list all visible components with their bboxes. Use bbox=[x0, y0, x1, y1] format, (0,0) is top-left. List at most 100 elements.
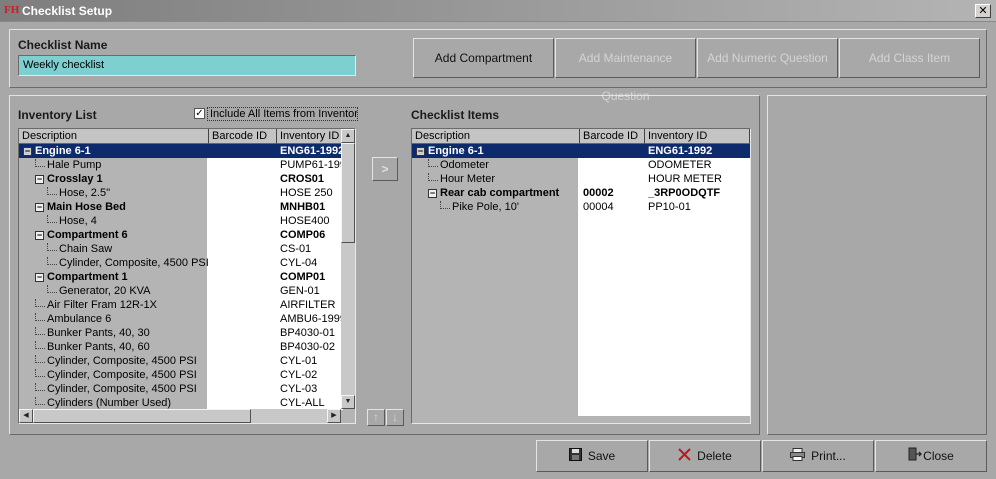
inventory-row[interactable]: − Main Hose Bed MNHB01 bbox=[19, 200, 341, 214]
inventory-row-description-text: Cylinders (Number Used) bbox=[47, 397, 172, 409]
inventory-grid[interactable]: Description Barcode ID Inventory ID − Eng… bbox=[18, 128, 356, 424]
tree-line-icon bbox=[440, 201, 450, 209]
checklist-row-inventory-id: ODOMETER bbox=[648, 159, 712, 171]
add-maintenance-question-button[interactable]: Add Maintenance Question bbox=[555, 38, 696, 103]
checklist-row[interactable]: − Rear cab compartment 00002 _3RP0ODQTF bbox=[412, 186, 750, 200]
inventory-row-barcode bbox=[212, 172, 277, 186]
inventory-row[interactable]: Bunker Pants, 40, 30 BP4030-01 bbox=[19, 326, 341, 340]
inventory-row[interactable]: Ambulance 6 AMBU6-1999 bbox=[19, 312, 341, 326]
tree-line-icon bbox=[47, 285, 57, 293]
inventory-scroll-thumb[interactable] bbox=[341, 143, 355, 243]
inventory-hscroll-thumb[interactable] bbox=[33, 409, 251, 423]
delete-button[interactable]: Delete bbox=[649, 440, 761, 472]
inventory-scroll-up-icon[interactable]: ▲ bbox=[341, 129, 355, 143]
move-down-button[interactable]: ↓ bbox=[386, 409, 404, 426]
inventory-row-description-text: Cylinder, Composite, 4500 PSI bbox=[47, 383, 197, 395]
add-compartment-button[interactable]: Add Compartment bbox=[413, 38, 554, 78]
checklist-name-input[interactable]: Weekly checklist bbox=[18, 55, 356, 76]
inventory-row[interactable]: − Engine 6-1 ENG61-1992 bbox=[19, 144, 341, 158]
inventory-row-description: Cylinders (Number Used) bbox=[35, 396, 209, 410]
inventory-row-barcode bbox=[212, 368, 277, 382]
collapse-minus-icon[interactable]: − bbox=[35, 202, 44, 212]
inventory-row[interactable]: Cylinder, Composite, 4500 PSI CYL-01 bbox=[19, 354, 341, 368]
inventory-row[interactable]: Cylinder, Composite, 4500 PSI CYL-04 bbox=[19, 256, 341, 270]
checklist-row-description: − Engine 6-1 bbox=[416, 144, 580, 158]
floppy-disk-icon bbox=[568, 442, 582, 472]
inventory-row-barcode bbox=[212, 270, 277, 284]
include-all-label[interactable]: Include All Items from Inventory bbox=[207, 107, 358, 121]
inventory-row-description: Generator, 20 KVA bbox=[47, 284, 209, 298]
tree-line-icon bbox=[47, 243, 57, 251]
inventory-row-description-text: Ambulance 6 bbox=[47, 313, 112, 325]
inventory-row-description: Bunker Pants, 40, 30 bbox=[35, 326, 209, 340]
collapse-minus-icon[interactable]: − bbox=[35, 272, 44, 282]
inventory-col-inventory-id[interactable]: Inventory ID bbox=[277, 129, 345, 144]
inventory-row[interactable]: Bunker Pants, 40, 60 BP4030-02 bbox=[19, 340, 341, 354]
move-up-button[interactable]: ↑ bbox=[367, 409, 385, 426]
inventory-row-inventory-id: CS-01 bbox=[280, 243, 312, 255]
collapse-minus-icon[interactable]: − bbox=[428, 188, 437, 198]
inventory-row-inventory-id: PUMP61-1992 bbox=[280, 159, 341, 171]
checklist-row[interactable]: Odometer ODOMETER bbox=[412, 158, 750, 172]
inventory-row[interactable]: Cylinders (Number Used) CYL-ALL bbox=[19, 396, 341, 410]
inventory-scroll-down-icon[interactable]: ▼ bbox=[341, 395, 355, 409]
checklist-row[interactable]: Pike Pole, 10' 00004 PP10-01 bbox=[412, 200, 750, 214]
title-bar: FH Checklist Setup ✕ bbox=[0, 0, 996, 22]
print-button[interactable]: Print... bbox=[762, 440, 874, 472]
inventory-row[interactable]: Hale Pump PUMP61-1992 bbox=[19, 158, 341, 172]
inventory-col-barcode[interactable]: Barcode ID bbox=[209, 129, 277, 144]
window-close-button[interactable]: ✕ bbox=[975, 4, 991, 18]
inventory-row[interactable]: − Compartment 1 COMP01 bbox=[19, 270, 341, 284]
include-all-checkbox[interactable]: ✓ bbox=[194, 108, 205, 119]
add-class-item-button[interactable]: Add Class Item bbox=[839, 38, 980, 78]
inventory-list-label: Inventory List bbox=[18, 108, 97, 122]
close-button[interactable]: Close bbox=[875, 440, 987, 472]
collapse-minus-icon[interactable]: − bbox=[23, 146, 32, 156]
checklist-row[interactable]: Hour Meter HOUR METER bbox=[412, 172, 750, 186]
tree-line-icon bbox=[35, 355, 45, 363]
checklist-col-description[interactable]: Description bbox=[412, 129, 580, 144]
inventory-row-description: − Crosslay 1 bbox=[35, 172, 209, 186]
add-numeric-question-button[interactable]: Add Numeric Question bbox=[697, 38, 838, 78]
inventory-row[interactable]: Air Filter Fram 12R-1X AIRFILTER bbox=[19, 298, 341, 312]
checklist-items-label: Checklist Items bbox=[411, 108, 500, 122]
inventory-row-barcode bbox=[212, 354, 277, 368]
checklist-row-description-text: Rear cab compartment bbox=[440, 187, 560, 199]
collapse-minus-icon[interactable]: − bbox=[416, 146, 425, 156]
checklist-row-inventory-id: ENG61-1992 bbox=[648, 145, 713, 157]
inventory-row-description: Air Filter Fram 12R-1X bbox=[35, 298, 209, 312]
add-to-checklist-button[interactable]: > bbox=[372, 157, 398, 181]
app-logo: FH bbox=[4, 4, 20, 16]
checklist-grid[interactable]: Description Barcode ID Inventory ID − Eng… bbox=[411, 128, 751, 424]
inventory-row[interactable]: − Compartment 6 COMP06 bbox=[19, 228, 341, 242]
checklist-row-description: Pike Pole, 10' bbox=[440, 200, 580, 214]
inventory-row[interactable]: Generator, 20 KVA GEN-01 bbox=[19, 284, 341, 298]
checklist-row-description: − Rear cab compartment bbox=[428, 186, 580, 200]
inventory-row[interactable]: Chain Saw CS-01 bbox=[19, 242, 341, 256]
collapse-minus-icon[interactable]: − bbox=[35, 230, 44, 240]
inventory-scroll-right-icon[interactable]: ▶ bbox=[327, 409, 341, 423]
checklist-row[interactable]: − Engine 6-1 ENG61-1992 bbox=[412, 144, 750, 158]
inventory-row[interactable]: Hose, 2.5'' HOSE 250 bbox=[19, 186, 341, 200]
checklist-row-barcode: 00004 bbox=[583, 201, 614, 213]
inventory-row-barcode bbox=[212, 326, 277, 340]
inventory-row-inventory-id: COMP06 bbox=[280, 229, 326, 241]
tree-line-icon bbox=[47, 257, 57, 265]
inventory-row-description-text: Hose, 2.5'' bbox=[59, 187, 111, 199]
inventory-row[interactable]: Cylinder, Composite, 4500 PSI CYL-02 bbox=[19, 368, 341, 382]
inventory-row[interactable]: − Crosslay 1 CROS01 bbox=[19, 172, 341, 186]
inventory-row-description: Hose, 2.5'' bbox=[47, 186, 209, 200]
checklist-col-inventory-id[interactable]: Inventory ID bbox=[645, 129, 750, 144]
inventory-row[interactable]: Cylinder, Composite, 4500 PSI CYL-03 bbox=[19, 382, 341, 396]
inventory-row-description: Hose, 4 bbox=[47, 214, 209, 228]
checklist-col-barcode[interactable]: Barcode ID bbox=[580, 129, 645, 144]
inventory-row-description: Bunker Pants, 40, 60 bbox=[35, 340, 209, 354]
inventory-col-description[interactable]: Description bbox=[19, 129, 209, 144]
checklist-row-barcode bbox=[583, 172, 645, 186]
inventory-row-barcode bbox=[212, 284, 277, 298]
save-button[interactable]: Save bbox=[536, 440, 648, 472]
collapse-minus-icon[interactable]: − bbox=[35, 174, 44, 184]
inventory-row[interactable]: Hose, 4 HOSE400 bbox=[19, 214, 341, 228]
inventory-row-inventory-id: BP4030-01 bbox=[280, 327, 336, 339]
inventory-scroll-left-icon[interactable]: ◀ bbox=[19, 409, 33, 423]
